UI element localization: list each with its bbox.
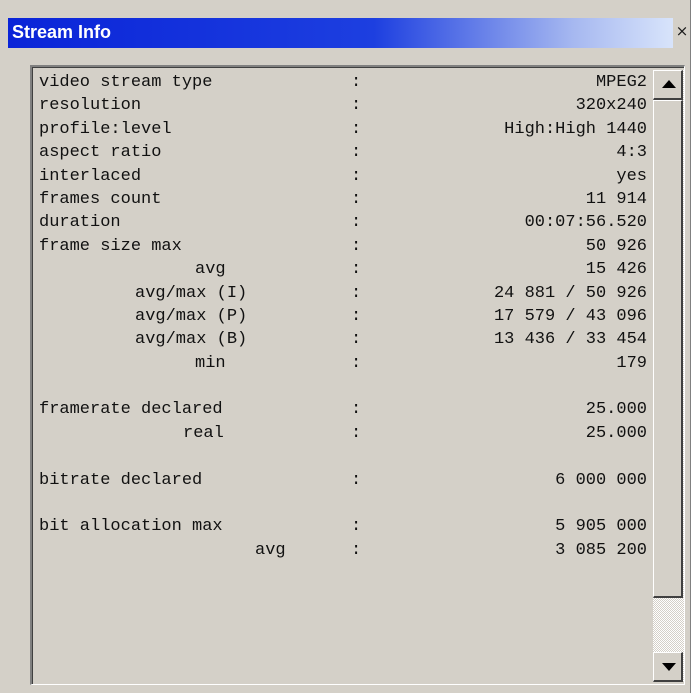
row-separator: : [351,423,362,443]
vertical-scrollbar[interactable] [653,70,684,682]
row-separator: : [351,189,362,209]
row-label: video stream type [39,73,213,92]
row-separator: : [351,400,362,420]
row-bitrate-declared: bitrate declared : 6 000 000 [39,471,647,494]
row-label: bitrate declared [39,470,203,490]
row-value: 320x240 [575,96,647,116]
row-interlaced: interlaced : yes [39,167,647,190]
row-label: avg [195,260,226,280]
row-avg-max-b: avg/max (B) : 13 436 / 33 454 [39,330,647,353]
scrollbar-thumb[interactable] [653,100,683,598]
row-value: 00:07:56.520 [524,213,647,233]
row-separator: : [351,283,362,303]
row-frame-size-avg: avg : 15 426 [39,260,647,283]
row-frames-count: frames count : 11 914 [39,190,647,213]
row-value: 3 085 200 [555,540,647,560]
row-value: 5 905 000 [555,517,647,537]
row-value: 179 [616,353,647,373]
row-value: 4:3 [616,143,647,163]
row-label: avg/max (I) [135,283,248,303]
row-label: bit allocation max [39,517,223,537]
row-value: 6 000 000 [555,470,647,490]
title-bar[interactable]: Stream Info [8,18,673,48]
scroll-down-arrow-icon [662,663,676,671]
row-value: 25.000 [585,423,647,443]
row-video-stream-type: video stream type : MPEG2 [39,73,647,96]
row-label: min [195,353,226,373]
row-label: interlaced [39,166,142,186]
row-value: 24 881 / 50 926 [493,283,647,303]
row-label: avg/max (P) [135,306,248,326]
row-separator: : [351,119,362,139]
row-label: resolution [39,96,142,116]
row-label: profile:level [39,119,172,139]
row-value: 50 926 [585,236,647,256]
row-value: High:High 1440 [504,119,647,139]
row-separator: : [351,330,362,350]
info-panel: video stream type : MPEG2 resolution : 3… [30,65,685,685]
row-separator: : [351,143,362,163]
row-frame-size-min: min : 179 [39,354,647,377]
row-resolution: resolution : 320x240 [39,96,647,119]
row-separator: : [351,306,362,326]
row-separator: : [351,213,362,233]
row-label: real [183,423,224,443]
row-bit-allocation-max: bit allocation max : 5 905 000 [39,517,647,540]
row-avg-max-i: avg/max (I) : 24 881 / 50 926 [39,284,647,307]
row-value: MPEG2 [595,73,647,92]
row-bit-allocation-avg: avg : 3 085 200 [39,541,647,564]
row-label: framerate declared [39,400,223,420]
row-profile-level: profile:level : High:High 1440 [39,120,647,143]
row-separator: : [351,236,362,256]
row-separator: : [351,517,362,537]
row-avg-max-p: avg/max (P) : 17 579 / 43 096 [39,307,647,330]
row-label: frames count [39,189,162,209]
row-separator: : [351,166,362,186]
row-value: 13 436 / 33 454 [493,330,647,350]
row-label: frame size max [39,236,182,256]
row-aspect-ratio: aspect ratio : 4:3 [39,143,647,166]
row-framerate-real: real : 25.000 [39,424,647,447]
window-title: Stream Info [12,22,112,42]
info-rows: video stream type : MPEG2 resolution : 3… [39,73,647,564]
stream-info-window: Stream Info × video stream type : MPEG2 … [0,0,691,693]
scroll-down-button[interactable] [653,652,683,682]
row-value: 11 914 [585,189,647,209]
row-label: aspect ratio [39,143,162,163]
row-value: 17 579 / 43 096 [493,306,647,326]
row-value: yes [616,166,647,186]
row-duration: duration : 00:07:56.520 [39,213,647,236]
row-separator: : [351,540,362,560]
stream-info-list[interactable]: video stream type : MPEG2 resolution : 3… [32,67,684,684]
row-framerate-declared: framerate declared : 25.000 [39,400,647,423]
row-separator: : [351,353,362,373]
row-label: avg/max (B) [135,330,248,350]
scroll-up-arrow-icon [662,80,676,88]
row-separator: : [351,470,362,490]
row-separator: : [351,73,362,92]
close-icon[interactable]: × [674,20,690,42]
scroll-up-button[interactable] [653,70,683,100]
row-separator: : [351,260,362,280]
row-label: duration [39,213,121,233]
row-frame-size-max: frame size max : 50 926 [39,237,647,260]
row-label: avg [255,540,286,560]
row-separator: : [351,96,362,116]
row-value: 25.000 [585,400,647,420]
row-value: 15 426 [585,260,647,280]
